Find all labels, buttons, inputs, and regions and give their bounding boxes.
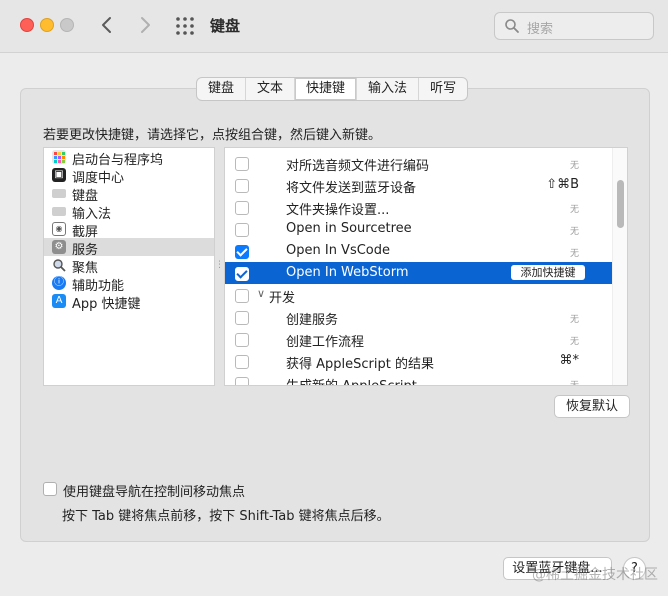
service-checkbox[interactable] (235, 179, 249, 193)
tab-dictation[interactable]: 听写 (419, 78, 467, 100)
service-row[interactable]: 生成新的 AppleScript 无 (225, 372, 613, 385)
service-row[interactable]: 对所选音频文件进行编码 无 (225, 152, 613, 174)
scrollbar-thumb[interactable] (617, 180, 624, 228)
service-name: 将文件发送到蓝牙设备 (286, 181, 417, 196)
service-checkbox[interactable] (235, 377, 249, 385)
category-spotlight[interactable]: 聚焦 (44, 256, 214, 276)
keyboard-icon (52, 189, 66, 198)
shortcut-value[interactable]: 无 (570, 224, 579, 237)
service-checkbox[interactable] (235, 333, 249, 347)
title-bar: 键盘 搜索 (0, 0, 668, 53)
keyboard-navigation-hint: 按下 Tab 键将焦点前移，按下 Shift-Tab 键将焦点后移。 (62, 509, 390, 524)
service-name: 创建工作流程 (286, 335, 365, 350)
services-list: 对所选音频文件进行编码 无 将文件发送到蓝牙设备 ⇧⌘B 文件夹操作设置... … (224, 147, 628, 386)
grid-icon (176, 17, 194, 35)
shortcut-value[interactable]: ⌘* (560, 353, 580, 368)
shortcut-value[interactable]: 无 (570, 312, 579, 325)
close-window-button[interactable] (20, 18, 34, 32)
service-name: Open In WebStorm (286, 265, 409, 280)
category-launchpad[interactable]: 启动台与程序坞 (44, 148, 214, 168)
service-name: Open in Sourcetree (286, 221, 412, 236)
watermark-text: @稀土掘金技术社区 (532, 567, 658, 583)
add-shortcut-button[interactable]: 添加快捷键 (511, 265, 585, 280)
service-row[interactable]: 创建工作流程 无 (225, 328, 613, 350)
category-accessibility[interactable]: ⓘ 辅助功能 (44, 274, 214, 294)
keyboard-navigation-checkbox[interactable] (43, 482, 57, 496)
category-input-sources[interactable]: 输入法 (44, 202, 214, 222)
vertical-scrollbar[interactable] (612, 148, 627, 385)
service-group-row[interactable]: ∨ 开发 (225, 284, 613, 306)
category-mission-control[interactable]: ▣ 调度中心 (44, 166, 214, 186)
search-placeholder: 搜索 (527, 22, 554, 37)
tab-text[interactable]: 文本 (246, 78, 296, 100)
category-screenshots[interactable]: ◉ 截屏 (44, 220, 214, 240)
show-all-button[interactable] (174, 15, 196, 37)
shortcut-value[interactable]: ⇧⌘B (546, 177, 579, 192)
split-handle[interactable]: ⋮ (215, 260, 224, 270)
shortcut-value[interactable]: 无 (570, 202, 579, 215)
restore-defaults-button[interactable]: 恢复默认 (554, 395, 630, 418)
category-label: App 快捷键 (72, 297, 141, 312)
service-row[interactable]: 创建服务 无 (225, 306, 613, 328)
shortcut-value[interactable]: 无 (570, 334, 579, 347)
search-field[interactable]: 搜索 (494, 12, 654, 40)
service-checkbox[interactable] (235, 355, 249, 369)
app-store-icon: A (52, 294, 66, 308)
service-name: 对所选音频文件进行编码 (286, 159, 430, 174)
shortcut-value[interactable]: 无 (570, 246, 579, 259)
window-title: 键盘 (210, 17, 241, 35)
spotlight-icon (52, 258, 66, 272)
service-row[interactable]: Open In VsCode 无 (225, 240, 613, 262)
shortcut-value[interactable]: 无 (570, 158, 579, 171)
back-button[interactable] (96, 12, 118, 38)
service-checkbox[interactable] (235, 201, 249, 215)
service-checkbox[interactable] (235, 245, 249, 259)
service-name: 获得 AppleScript 的结果 (286, 357, 434, 372)
service-row[interactable]: 将文件发送到蓝牙设备 ⇧⌘B (225, 174, 613, 196)
service-name: 创建服务 (286, 313, 339, 328)
screenshot-icon: ◉ (52, 222, 66, 236)
gear-icon: ⚙ (52, 240, 66, 254)
instruction-text: 若要更改快捷键，请选择它，点按组合键，然后键入新键。 (43, 128, 382, 143)
chevron-down-icon[interactable]: ∨ (257, 287, 265, 300)
service-row-selected[interactable]: Open In WebStorm 添加快捷键 (225, 262, 613, 284)
accessibility-icon: ⓘ (52, 276, 66, 290)
launchpad-icon (52, 150, 66, 164)
tab-input-sources[interactable]: 输入法 (357, 78, 420, 100)
chevron-right-icon (141, 17, 150, 33)
category-keyboard[interactable]: 键盘 (44, 184, 214, 204)
service-checkbox[interactable] (235, 223, 249, 237)
service-checkbox[interactable] (235, 157, 249, 171)
category-list: 启动台与程序坞 ▣ 调度中心 键盘 输入法 ◉ 截屏 ⚙ 服务 聚焦 ⓘ 辅助功… (43, 147, 215, 386)
chevron-left-icon (102, 17, 111, 33)
search-icon (505, 19, 519, 33)
minimize-window-button[interactable] (40, 18, 54, 32)
input-source-icon (52, 207, 66, 216)
service-checkbox[interactable] (235, 311, 249, 325)
shortcut-value[interactable]: 无 (570, 378, 579, 385)
tab-bar: 键盘 文本 快捷键 输入法 听写 (196, 77, 469, 101)
service-name: 生成新的 AppleScript (286, 375, 417, 385)
category-services[interactable]: ⚙ 服务 (44, 238, 214, 258)
category-app-shortcuts[interactable]: A App 快捷键 (44, 292, 214, 312)
keyboard-navigation-label: 使用键盘导航在控制间移动焦点 (63, 485, 246, 500)
service-name: Open In VsCode (286, 243, 391, 258)
forward-button[interactable] (134, 12, 156, 38)
service-row[interactable]: Open in Sourcetree 无 (225, 218, 613, 240)
service-checkbox[interactable] (235, 267, 249, 281)
service-row[interactable]: 获得 AppleScript 的结果 ⌘* (225, 350, 613, 372)
zoom-window-button[interactable] (60, 18, 74, 32)
service-name: 文件夹操作设置... (286, 203, 390, 218)
tab-keyboard[interactable]: 键盘 (197, 78, 247, 100)
group-name: 开发 (269, 291, 296, 306)
group-checkbox[interactable] (235, 289, 249, 303)
mission-control-icon: ▣ (52, 168, 66, 182)
tab-shortcuts[interactable]: 快捷键 (295, 78, 358, 100)
service-row[interactable]: 文件夹操作设置... 无 (225, 196, 613, 218)
